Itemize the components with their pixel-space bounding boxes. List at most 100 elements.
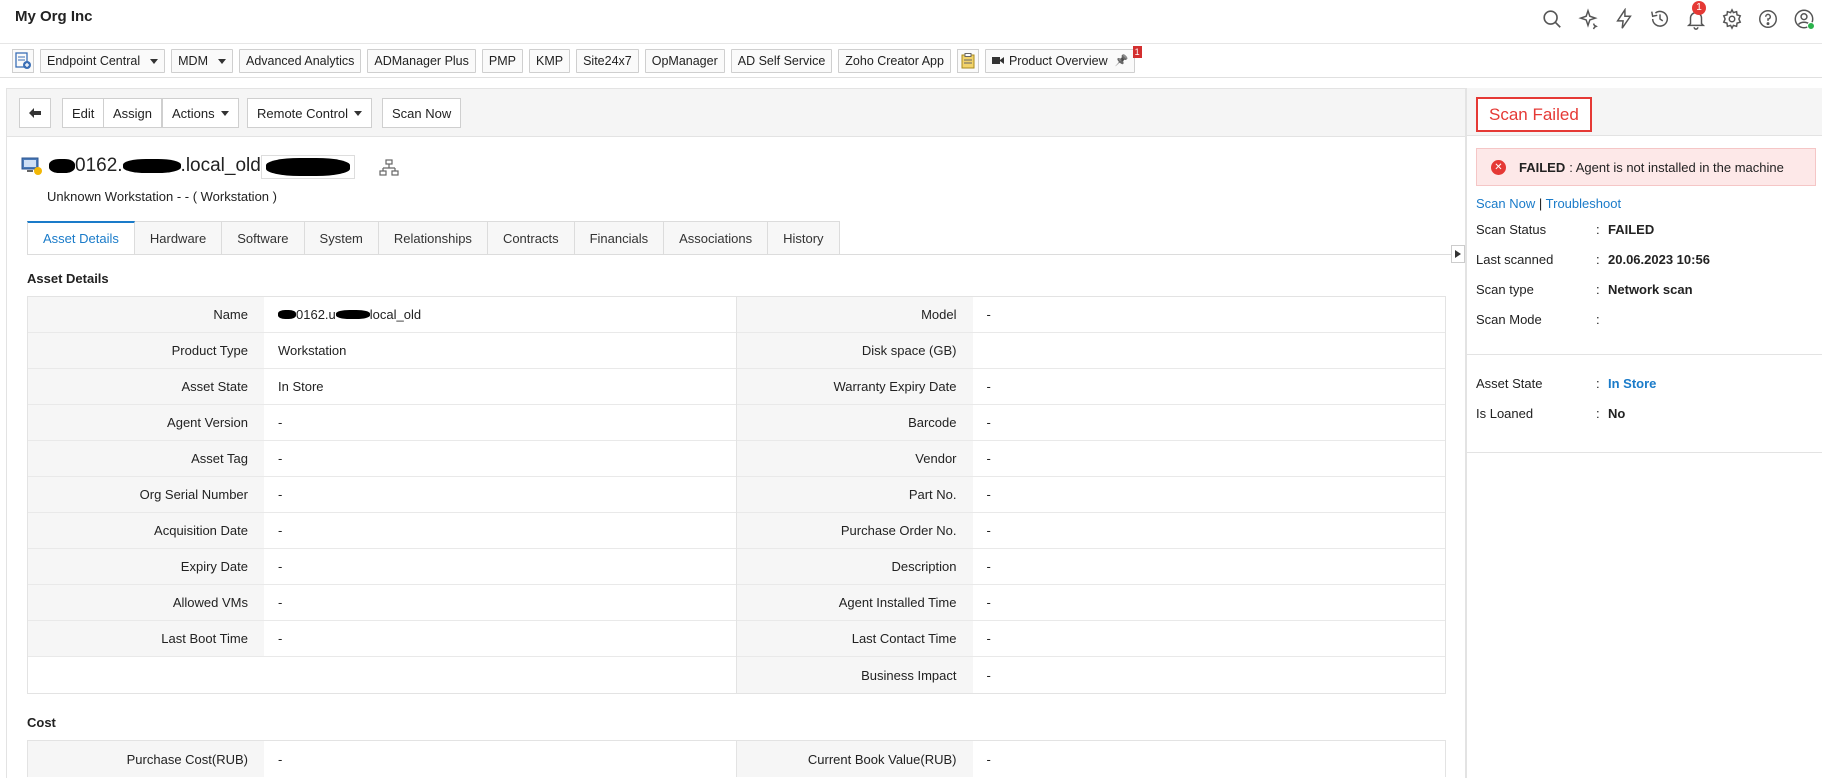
tab-contracts[interactable]: Contracts — [487, 221, 575, 255]
workstation-icon — [21, 157, 42, 175]
field-value-acquisition-date: - — [264, 513, 736, 548]
info-key: Last scanned — [1476, 252, 1554, 267]
info-value: FAILED — [1608, 222, 1655, 237]
table-row: Last Boot Time - — [28, 621, 736, 657]
info-colon: : — [1596, 282, 1600, 297]
collapse-panel-button[interactable] — [1451, 245, 1465, 263]
remote-control-dropdown[interactable]: Remote Control — [247, 98, 373, 128]
tab-software[interactable]: Software — [222, 221, 305, 255]
edit-button[interactable]: Edit — [62, 98, 105, 128]
cost-table: Purchase Cost(RUB) - Current Book Value(R… — [27, 740, 1446, 777]
product-mdm-dropdown[interactable]: MDM — [171, 49, 233, 73]
video-camera-icon — [991, 54, 1009, 68]
field-label-agent-version: Agent Version — [28, 405, 264, 440]
product-endpoint-central-dropdown[interactable]: Endpoint Central — [40, 49, 166, 73]
redacted-mark — [278, 310, 296, 319]
product-opmanager-button[interactable]: OpManager — [644, 49, 725, 73]
table-row: Disk space (GB) — [736, 333, 1445, 369]
field-value-agent-version: - — [264, 405, 736, 440]
product-pmp-button[interactable]: PMP — [481, 49, 523, 73]
actions-dropdown[interactable]: Actions — [162, 98, 239, 128]
field-value-purchase-order-no: - — [972, 513, 1445, 548]
divider — [1467, 452, 1822, 453]
field-label-description: Description — [736, 549, 973, 584]
chevron-down-icon — [150, 58, 159, 64]
product-label: AD Self Service — [737, 54, 826, 68]
online-status-dot — [1807, 22, 1815, 30]
field-value-last-contact-time: - — [972, 621, 1445, 656]
tab-system[interactable]: System — [304, 221, 379, 255]
troubleshoot-link[interactable]: Troubleshoot — [1546, 196, 1621, 211]
table-row: Asset State In Store — [28, 369, 736, 405]
redacted-field — [261, 155, 355, 179]
product-kmp-button[interactable]: KMP — [528, 49, 571, 73]
product-overview-button[interactable]: Product Overview 📌 1 — [984, 46, 1142, 73]
empty-row — [28, 657, 736, 693]
org-name[interactable]: My Org Inc — [15, 8, 93, 25]
product-zoho-creator-app-button[interactable]: Zoho Creator App — [838, 49, 951, 73]
action-bar: Edit Assign Actions Remote Control Scan … — [7, 89, 1465, 137]
field-label-vendor: Vendor — [736, 441, 973, 476]
table-row: Agent Version - — [28, 405, 736, 441]
asset-name-mid: 0162. — [75, 155, 123, 176]
ai-sparkle-icon[interactable] — [1576, 6, 1600, 32]
product-overview-label: Product Overview — [1008, 54, 1108, 68]
field-value-purchase-cost-rub: - — [264, 741, 736, 777]
gear-icon[interactable] — [1720, 6, 1744, 32]
info-colon: : — [1596, 376, 1600, 391]
info-key: Scan type — [1476, 282, 1534, 297]
scan-failed-title: Scan Failed — [1476, 97, 1592, 132]
tab-hardware[interactable]: Hardware — [134, 221, 223, 255]
scan-now-link[interactable]: Scan Now — [1476, 196, 1535, 211]
field-value-part-no: - — [972, 477, 1445, 512]
lightning-icon[interactable] — [1612, 6, 1636, 32]
product-ad-self-service-button[interactable]: AD Self Service — [730, 49, 833, 73]
field-label-last-contact-time: Last Contact Time — [736, 621, 973, 656]
field-label-purchase-order-no: Purchase Order No. — [736, 513, 973, 548]
tab-associations[interactable]: Associations — [664, 221, 769, 255]
info-row-is-loaned: Is Loaned: No — [1476, 406, 1625, 421]
asset-title: 0162. .local_old — [49, 155, 261, 177]
topology-icon[interactable] — [379, 159, 399, 180]
tab-financials[interactable]: Financials — [574, 221, 665, 255]
product-admanager-plus-button[interactable]: ADManager Plus — [367, 49, 476, 73]
chevron-down-icon — [217, 58, 226, 64]
main-panel: Edit Assign Actions Remote Control Scan … — [6, 88, 1466, 778]
table-row: Model - — [736, 297, 1445, 333]
product-site24x7-button[interactable]: Site24x7 — [576, 49, 639, 73]
bell-icon[interactable]: 1 — [1684, 1, 1708, 32]
history-icon[interactable] — [1648, 6, 1672, 32]
table-row: Purchase Order No. - — [736, 513, 1445, 549]
product-advanced-analytics-button[interactable]: Advanced Analytics — [238, 49, 362, 73]
remote-control-label: Remote Control — [257, 105, 349, 121]
tab-underline — [27, 254, 1465, 255]
table-row: Agent Installed Time - — [736, 585, 1445, 621]
notification-badge: 1 — [1692, 1, 1706, 15]
info-row-last-scanned: Last scanned:20.06.2023 10:56 — [1476, 252, 1710, 267]
assign-button[interactable]: Assign — [104, 98, 163, 128]
redacted-mark — [335, 310, 370, 319]
clipboard-icon[interactable] — [956, 49, 979, 73]
user-avatar-icon[interactable] — [1792, 6, 1816, 32]
help-icon[interactable] — [1756, 6, 1780, 32]
add-product-icon[interactable] — [12, 49, 34, 73]
actions-label: Actions — [172, 105, 215, 121]
pin-icon[interactable]: 📌 — [1115, 54, 1129, 67]
tab-asset-details[interactable]: Asset Details — [27, 221, 135, 255]
product-label: KMP — [535, 54, 564, 68]
search-icon[interactable] — [1540, 6, 1564, 32]
scan-failed-alert: ✕ FAILED : Agent is not installed in the… — [1476, 148, 1816, 186]
redacted-mark — [49, 159, 75, 173]
info-key: Is Loaned — [1476, 406, 1534, 421]
info-value[interactable]: In Store — [1608, 376, 1656, 391]
tab-history[interactable]: History — [768, 221, 840, 255]
field-label-expiry-date: Expiry Date — [28, 549, 264, 584]
tab-relationships[interactable]: Relationships — [378, 221, 488, 255]
table-row: Business Impact - — [736, 657, 1445, 693]
link-separator: | — [1538, 196, 1543, 211]
back-button[interactable] — [19, 98, 51, 128]
info-colon: : — [1596, 252, 1600, 267]
info-colon: : — [1596, 406, 1600, 421]
field-label-name: Name — [28, 297, 264, 332]
scan-now-button[interactable]: Scan Now — [382, 98, 462, 128]
